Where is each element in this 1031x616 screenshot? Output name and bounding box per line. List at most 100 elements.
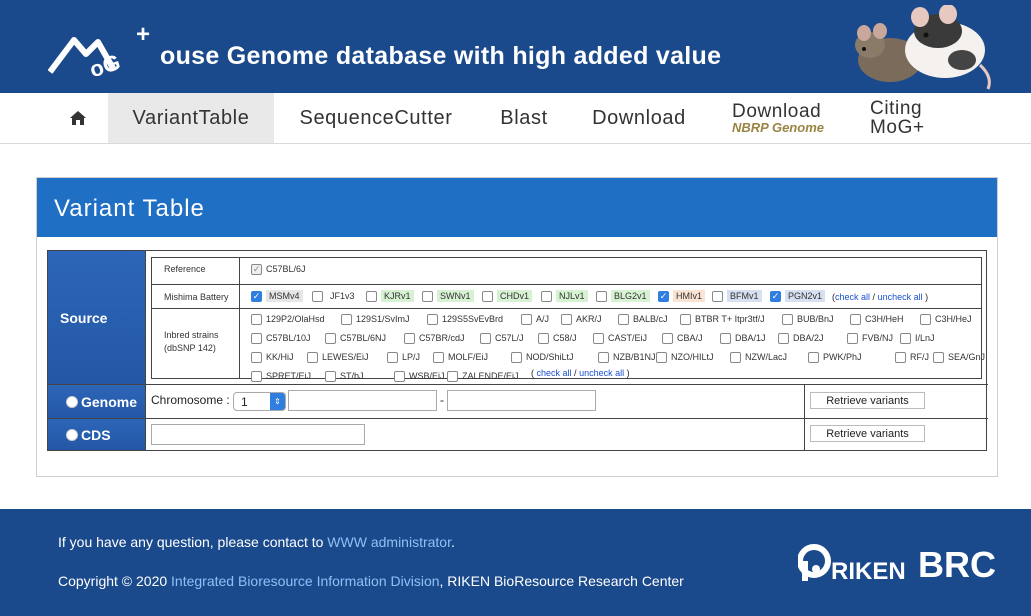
unchecked-box-icon[interactable] [511, 351, 522, 363]
unchecked-box-icon[interactable] [847, 332, 858, 344]
end-position-input[interactable] [447, 390, 596, 411]
nav-download[interactable]: Download [578, 93, 700, 143]
cds-radio[interactable] [66, 428, 78, 441]
inbred-strain-checkbox[interactable]: I/LnJ [900, 331, 935, 345]
unchecked-box-icon[interactable] [778, 332, 789, 344]
inbred-strain-checkbox[interactable]: ST/bJ [325, 369, 364, 383]
unchecked-box-icon[interactable] [618, 313, 629, 325]
unchecked-box-icon[interactable] [341, 313, 352, 325]
unchecked-box-icon[interactable] [480, 332, 491, 344]
genome-option[interactable]: Genome [48, 385, 145, 418]
inbred-strain-checkbox[interactable]: KK/HiJ [251, 350, 294, 364]
mishima-strain-checkbox[interactable]: BFMv1 [712, 289, 762, 303]
unchecked-box-icon[interactable] [593, 332, 604, 344]
mishima-strain-checkbox[interactable]: ✓ MSMv4 [251, 289, 303, 303]
unchecked-box-icon[interactable] [712, 290, 723, 302]
inbred-strain-checkbox[interactable]: NOD/ShiLtJ [511, 350, 574, 364]
unchecked-box-icon[interactable] [850, 313, 861, 325]
unchecked-box-icon[interactable] [422, 290, 433, 302]
cds-option[interactable]: CDS [48, 419, 145, 450]
inbred-strain-checkbox[interactable]: RF/J [895, 350, 929, 364]
inbred-strain-checkbox[interactable]: C57BL/6NJ [325, 331, 386, 345]
inbred-strain-checkbox[interactable]: LP/J [387, 350, 420, 364]
inbred-strain-checkbox[interactable]: LEWES/EiJ [307, 350, 369, 364]
inbred-strain-checkbox[interactable]: C57L/J [480, 331, 524, 345]
mog-logo[interactable]: oG + [48, 20, 160, 76]
mishima-uncheck-all-link[interactable]: uncheck all [878, 292, 923, 302]
inbred-strain-checkbox[interactable]: NZW/LacJ [730, 350, 787, 364]
chromosome-select[interactable]: 1 ⇕ [233, 392, 286, 411]
inbred-strain-checkbox[interactable]: CAST/EiJ [593, 331, 647, 345]
inbred-strain-checkbox[interactable]: SEA/GnJ [933, 350, 985, 364]
genome-retrieve-button[interactable]: Retrieve variants [810, 392, 925, 409]
inbred-strain-checkbox[interactable]: C57BL/10J [251, 331, 311, 345]
division-link[interactable]: Integrated Bioresource Information Divis… [171, 573, 439, 589]
cds-retrieve-button[interactable]: Retrieve variants [810, 425, 925, 442]
unchecked-box-icon[interactable] [561, 313, 572, 325]
inbred-strain-checkbox[interactable]: BALB/cJ [618, 312, 668, 326]
inbred-strain-checkbox[interactable]: DBA/1J [720, 331, 766, 345]
unchecked-box-icon[interactable] [251, 370, 262, 382]
cds-input[interactable] [151, 424, 365, 445]
unchecked-box-icon[interactable] [541, 290, 552, 302]
mishima-strain-checkbox[interactable]: CHDv1 [482, 289, 533, 303]
mishima-strain-checkbox[interactable]: ✓ HMIv1 [658, 289, 706, 303]
mishima-strain-checkbox[interactable]: JF1v3 [312, 289, 358, 303]
unchecked-box-icon[interactable] [900, 332, 911, 344]
unchecked-box-icon[interactable] [251, 313, 262, 325]
unchecked-box-icon[interactable] [325, 332, 336, 344]
unchecked-box-icon[interactable] [598, 351, 609, 363]
inbred-strain-checkbox[interactable]: C3H/HeH [850, 312, 904, 326]
mishima-strain-checkbox[interactable]: KJRv1 [366, 289, 414, 303]
unchecked-box-icon[interactable] [394, 370, 405, 382]
inbred-strain-checkbox[interactable]: NZO/HILtJ [656, 350, 714, 364]
unchecked-box-icon[interactable] [895, 351, 906, 363]
unchecked-box-icon[interactable] [251, 351, 262, 363]
unchecked-box-icon[interactable] [538, 332, 549, 344]
inbred-strain-checkbox[interactable]: MOLF/EiJ [433, 350, 488, 364]
unchecked-box-icon[interactable] [521, 313, 532, 325]
unchecked-box-icon[interactable] [730, 351, 741, 363]
inbred-strain-checkbox[interactable]: C57BR/cdJ [404, 331, 465, 345]
inbred-strain-checkbox[interactable]: WSB/EiJ [394, 369, 445, 383]
unchecked-box-icon[interactable] [920, 313, 931, 325]
inbred-strain-checkbox[interactable]: SPRET/EiJ [251, 369, 311, 383]
unchecked-box-icon[interactable] [680, 313, 691, 325]
unchecked-box-icon[interactable] [720, 332, 731, 344]
inbred-uncheck-all-link[interactable]: uncheck all [579, 368, 624, 378]
unchecked-box-icon[interactable] [427, 313, 438, 325]
inbred-check-all-link[interactable]: check all [537, 368, 572, 378]
mishima-strain-checkbox[interactable]: ✓ PGN2v1 [770, 289, 826, 303]
genome-radio[interactable] [66, 395, 78, 408]
unchecked-box-icon[interactable] [366, 290, 377, 302]
nav-citing[interactable]: Citing MoG+ [870, 93, 940, 143]
checked-box-icon[interactable]: ✓ [658, 290, 669, 302]
inbred-strain-checkbox[interactable]: 129S5SvEvBrd [427, 312, 503, 326]
inbred-strain-checkbox[interactable]: C58/J [538, 331, 577, 345]
admin-link[interactable]: WWW administrator [327, 534, 451, 550]
mishima-strain-checkbox[interactable]: SWNv1 [422, 289, 474, 303]
unchecked-box-icon[interactable] [307, 351, 318, 363]
unchecked-box-icon[interactable] [782, 313, 793, 325]
nav-variant-table[interactable]: VariantTable [108, 93, 274, 143]
nav-download-nbrp[interactable]: Download NBRP Genome [732, 93, 842, 143]
nav-blast[interactable]: Blast [486, 93, 562, 143]
unchecked-box-icon[interactable] [662, 332, 673, 344]
inbred-strain-checkbox[interactable]: ZALENDE/EiJ [447, 369, 519, 383]
checked-box-icon[interactable]: ✓ [770, 290, 781, 302]
unchecked-box-icon[interactable] [933, 351, 944, 363]
nav-home[interactable] [56, 93, 100, 143]
mishima-check-all-link[interactable]: check all [835, 292, 870, 302]
unchecked-box-icon[interactable] [482, 290, 493, 302]
inbred-strain-checkbox[interactable]: A/J [521, 312, 549, 326]
inbred-strain-checkbox[interactable]: FVB/NJ [847, 331, 893, 345]
riken-brc-logo[interactable]: RIKEN BRC [798, 539, 1000, 583]
unchecked-box-icon[interactable] [404, 332, 415, 344]
unchecked-box-icon[interactable] [433, 351, 444, 363]
inbred-strain-checkbox[interactable]: AKR/J [561, 312, 602, 326]
inbred-strain-checkbox[interactable]: PWK/PhJ [808, 350, 862, 364]
unchecked-box-icon[interactable] [387, 351, 398, 363]
mishima-strain-checkbox[interactable]: BLG2v1 [596, 289, 650, 303]
inbred-strain-checkbox[interactable]: BUB/BnJ [782, 312, 834, 326]
unchecked-box-icon[interactable] [808, 351, 819, 363]
